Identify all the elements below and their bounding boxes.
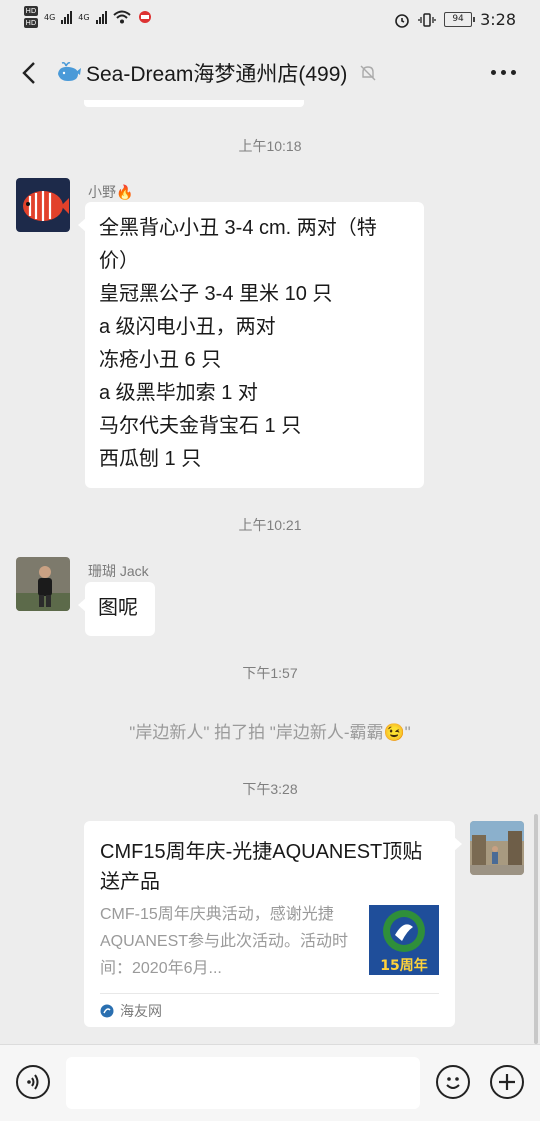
person-avatar-icon <box>16 557 70 611</box>
status-bar: HD HD 4G 4G 94 3:28 <box>0 0 540 40</box>
message-line: 西瓜刨 1 只 <box>99 448 202 470</box>
link-card[interactable]: CMF15周年庆-光捷AQUANEST顶贴送产品 CMF-15周年庆典活动，感谢… <box>84 821 462 1027</box>
fish-avatar-icon <box>16 178 70 232</box>
network-4g-label-2: 4G <box>78 12 90 22</box>
street-avatar-icon <box>470 821 524 875</box>
back-icon[interactable] <box>18 60 44 86</box>
card-thumbnail-text: 15周年 <box>380 957 427 974</box>
message-bubble[interactable]: 全黑背心小丑 3-4 cm. 两对（特 价） 皇冠黑公子 3-4 里米 10 只… <box>78 202 424 488</box>
status-right: 94 3:28 <box>394 10 516 29</box>
pat-notification: "岸边新人" 拍了拍 "岸边新人-霸霸😉" <box>129 723 411 742</box>
card-source: 海友网 <box>100 1001 162 1021</box>
voice-input-icon[interactable] <box>16 1065 50 1099</box>
message-bubble[interactable]: 图呢 <box>78 582 155 636</box>
alarm-icon <box>395 13 409 28</box>
chat-title: Sea-Dream海梦通州店(499) <box>56 58 377 88</box>
timestamp: 下午1:57 <box>242 665 298 681</box>
app-notification-icon <box>138 11 151 23</box>
card-divider <box>100 993 439 994</box>
more-options-icon[interactable] <box>491 70 516 75</box>
message-line: 价） <box>99 250 139 272</box>
status-time: 3:28 <box>480 10 516 29</box>
anniversary-logo-icon: 15周年 <box>369 905 439 975</box>
message-input[interactable] <box>66 1057 420 1109</box>
card-title: CMF15周年庆-光捷AQUANEST顶贴送产品 <box>100 841 423 893</box>
message-text: 全黑背心小丑 3-4 cm. 两对（特 价） 皇冠黑公子 3-4 里米 10 只… <box>85 202 424 488</box>
message-line: a 级闪电小丑，两对 <box>99 316 276 338</box>
scrollbar[interactable] <box>534 814 538 1044</box>
sender-name: 小野🔥 <box>88 184 134 200</box>
signal-icon-2 <box>95 10 107 24</box>
card-description: CMF-15周年庆典活动，感谢光捷AQUANEST参与此次活动。活动时间：202… <box>100 906 349 977</box>
message-line: 全黑背心小丑 3-4 cm. 两对（特 <box>99 217 377 239</box>
emoji-icon[interactable] <box>436 1065 470 1099</box>
my-avatar[interactable] <box>470 821 524 875</box>
avatar[interactable] <box>16 178 70 232</box>
previous-bubble-edge <box>84 100 304 107</box>
message-line: 图呢 <box>98 597 138 619</box>
whale-emoji-icon <box>58 62 81 81</box>
message-line: 皇冠黑公子 3-4 里米 10 只 <box>99 283 333 305</box>
timestamp: 上午10:18 <box>238 138 302 154</box>
sender-name: 珊瑚 Jack <box>88 563 149 579</box>
timestamp: 上午10:21 <box>238 517 302 533</box>
vibrate-icon <box>418 12 436 27</box>
input-bar <box>0 1044 540 1121</box>
hd-icon: HD HD <box>24 6 38 28</box>
chat-header: Sea-Dream海梦通州店(499) <box>0 40 540 108</box>
card-thumbnail: 15周年 <box>369 905 439 975</box>
timestamp: 下午3:28 <box>242 781 298 797</box>
message-line: 冻疮小丑 6 只 <box>99 349 222 371</box>
status-left: HD HD 4G 4G <box>24 6 153 28</box>
message-line: 马尔代夫金背宝石 1 只 <box>99 415 302 437</box>
signal-icon <box>61 10 73 24</box>
network-4g-label: 4G <box>44 12 56 22</box>
chat-title-text: Sea-Dream海梦通州店(499) <box>86 63 348 86</box>
message-line: a 级黑毕加索 1 对 <box>99 382 258 404</box>
add-more-icon[interactable] <box>490 1065 524 1099</box>
avatar[interactable] <box>16 557 70 611</box>
message-text: 图呢 <box>85 582 155 635</box>
card-source-name: 海友网 <box>120 1003 162 1019</box>
wifi-icon <box>112 10 131 24</box>
battery-icon: 94 <box>444 12 476 27</box>
source-app-icon <box>100 1004 114 1018</box>
mute-bell-icon <box>360 65 376 81</box>
